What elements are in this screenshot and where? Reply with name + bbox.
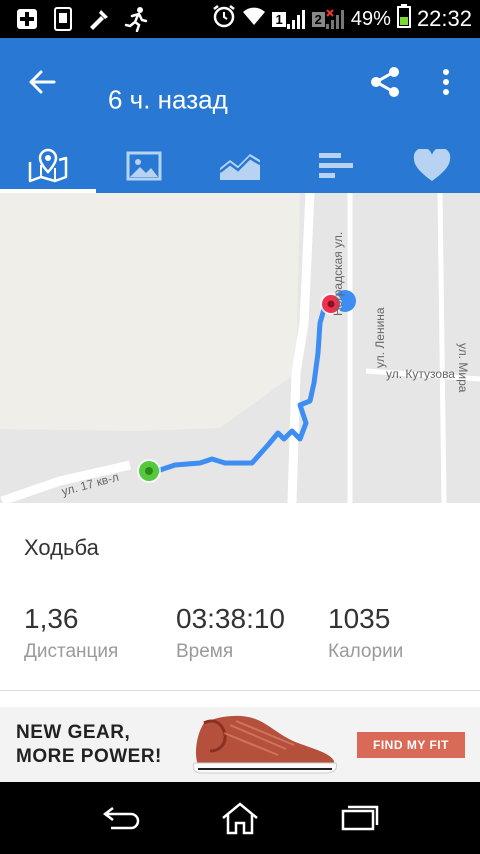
activity-type: Ходьба xyxy=(24,535,99,560)
app-bar: 6 ч. назад xyxy=(0,38,480,193)
more-options-button[interactable] xyxy=(432,60,460,104)
sim1-label: 1 xyxy=(272,11,286,27)
activity-summary: Ходьба 1,36 Дистанция 03:38:10 Время 103… xyxy=(0,503,480,693)
tab-photos[interactable] xyxy=(96,138,192,193)
tab-bar xyxy=(0,138,480,193)
duration-label: Время xyxy=(176,641,234,662)
recents-icon xyxy=(341,805,379,831)
tab-charts[interactable] xyxy=(192,138,288,193)
nav-home-button[interactable] xyxy=(215,796,265,840)
street-label: Ноградская ул. xyxy=(331,231,345,316)
alarm-icon xyxy=(212,4,236,34)
calories-stat: 1035 Калории xyxy=(328,603,403,665)
tab-heart-rate[interactable] xyxy=(384,138,480,193)
photo-icon xyxy=(126,151,162,180)
arrow-left-icon xyxy=(29,70,56,94)
area-chart-icon xyxy=(219,153,261,180)
share-icon xyxy=(371,67,399,97)
nav-back-button[interactable] xyxy=(96,796,146,840)
tab-splits[interactable] xyxy=(288,138,384,193)
battery-icon xyxy=(396,4,411,34)
sneaker-image xyxy=(192,715,337,774)
wifi-icon xyxy=(242,6,266,32)
system-nav-bar xyxy=(0,782,480,854)
battery-percent: 49% xyxy=(350,7,391,30)
tools-notification-icon xyxy=(86,6,112,32)
distance-stat: 1,36 Дистанция xyxy=(24,603,118,665)
clock: 22:32 xyxy=(416,6,472,31)
page-title: 6 ч. назад xyxy=(108,84,228,115)
sim2-label: 2 xyxy=(311,11,325,27)
running-notification-icon xyxy=(122,6,150,32)
back-button[interactable] xyxy=(20,62,64,102)
home-icon xyxy=(222,802,258,835)
calories-value: 1035 xyxy=(328,603,391,634)
find-my-fit-button[interactable]: FIND MY FIT xyxy=(357,732,465,758)
duration-value: 03:38:10 xyxy=(176,603,285,634)
signal-bars-icon xyxy=(286,10,305,29)
no-signal-icon xyxy=(325,9,344,29)
add-notification-icon xyxy=(14,6,40,32)
status-bar: 1 2 49% 22:32 xyxy=(0,0,480,38)
share-button[interactable] xyxy=(364,60,406,104)
back-icon xyxy=(102,807,140,830)
map-canvas xyxy=(0,193,480,503)
sim1-signal: 1 xyxy=(272,8,305,30)
street-label: ул. Мира xyxy=(456,343,470,393)
ad-headline: NEW GEAR, MORE POWER! xyxy=(16,721,162,769)
street-label: ул. Кутузова xyxy=(386,367,455,381)
phone-notification-icon xyxy=(52,6,74,32)
divider xyxy=(0,690,480,691)
street-label: ул. Ленина xyxy=(373,307,387,368)
map-icon xyxy=(28,148,68,182)
duration-stat: 03:38:10 Время xyxy=(176,603,285,665)
calories-label: Калории xyxy=(328,641,404,662)
tab-map[interactable] xyxy=(0,138,96,193)
nav-recents-button[interactable] xyxy=(334,796,384,840)
distance-value: 1,36 xyxy=(24,603,79,634)
route-map[interactable]: Ноградская ул. ул. Ленина ул. Мира ул. К… xyxy=(0,193,480,503)
ad-headline-line2: MORE POWER! xyxy=(16,746,162,767)
more-vert-icon xyxy=(443,69,449,95)
distance-label: Дистанция xyxy=(24,641,119,662)
ad-headline-line1: NEW GEAR, xyxy=(16,722,131,743)
ad-banner[interactable]: NEW GEAR, MORE POWER! FIND MY FIT xyxy=(0,707,480,782)
bars-icon xyxy=(319,152,353,178)
sim2-signal: 2 xyxy=(311,8,345,30)
heart-icon xyxy=(413,148,451,181)
